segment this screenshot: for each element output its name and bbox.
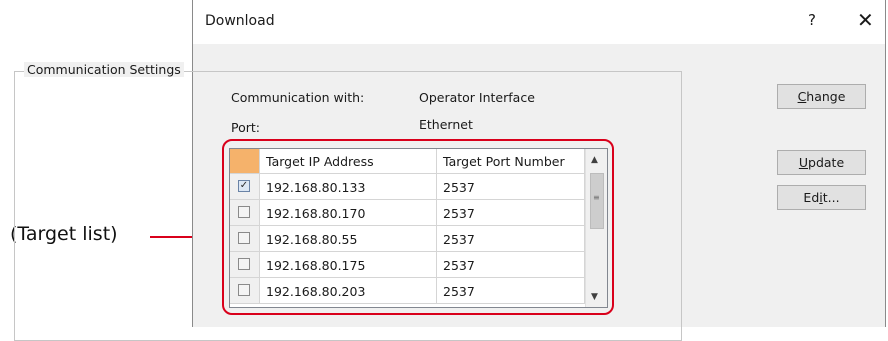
update-label: pdate: [808, 155, 845, 170]
target-list-highlight: [222, 139, 614, 315]
change-button[interactable]: Change: [777, 84, 866, 109]
communication-with-value: Operator Interface: [419, 90, 535, 105]
communication-with-label: Communication with:: [231, 90, 365, 105]
port-label: Port:: [231, 120, 260, 135]
help-button[interactable]: ?: [808, 11, 816, 29]
edit-label-start: Ed: [803, 190, 820, 205]
change-label: hange: [806, 89, 846, 104]
port-value: Ethernet: [419, 117, 473, 132]
edit-button[interactable]: Ed i t...: [777, 185, 866, 210]
title-bar: Download ? ✕: [193, 0, 885, 44]
dialog-title: Download: [205, 13, 275, 29]
close-button[interactable]: ✕: [857, 8, 874, 32]
update-access-key: U: [798, 155, 809, 170]
update-button[interactable]: Update: [777, 150, 866, 175]
change-access-key: C: [797, 89, 807, 104]
edit-label-end: t...: [822, 190, 840, 205]
group-label: Communication Settings: [24, 62, 184, 77]
